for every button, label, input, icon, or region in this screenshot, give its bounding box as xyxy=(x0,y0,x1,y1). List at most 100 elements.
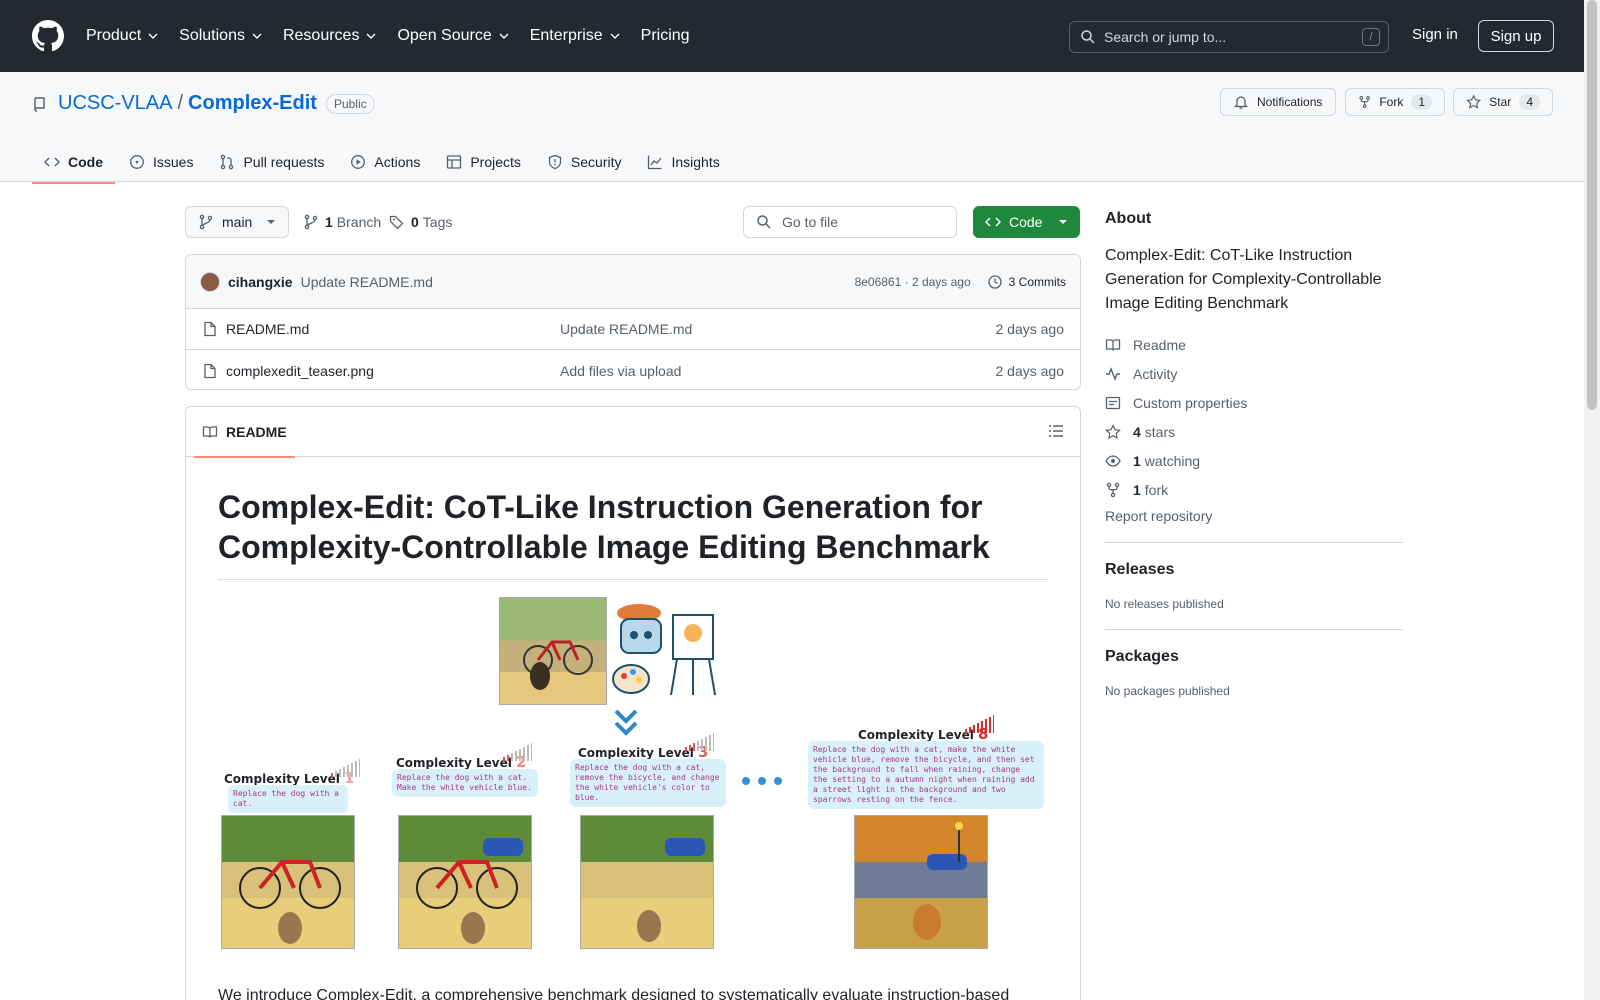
pull-request-icon xyxy=(221,154,234,170)
latest-commit-row: cihangxie Update README.md 8e06861 · 2 d… xyxy=(186,255,1080,309)
instruction-text: Replace the dog with a cat, make the whi… xyxy=(808,741,1044,809)
nav-pricing[interactable]: Pricing xyxy=(641,27,690,45)
repo-icon xyxy=(34,96,45,112)
star-count: 4 xyxy=(1519,94,1540,110)
star-icon xyxy=(1105,423,1121,439)
report-repository-link[interactable]: Report repository xyxy=(1105,508,1403,524)
readme-tab[interactable]: README xyxy=(194,407,295,458)
tab-code[interactable]: Code xyxy=(32,142,115,184)
global-search-input[interactable]: Search or jump to... / xyxy=(1069,21,1389,53)
go-to-file-input[interactable]: Go to file xyxy=(743,206,957,238)
about-sidebar: About Complex-Edit: CoT-Like Instruction… xyxy=(1105,210,1403,698)
search-icon xyxy=(757,215,771,229)
global-header: Product Solutions Resources Open Source … xyxy=(0,0,1584,72)
book-icon xyxy=(202,426,218,438)
commit-author-link[interactable]: cihangxie xyxy=(228,274,293,290)
tags-link[interactable]: 0 Tags xyxy=(389,214,452,230)
page-scrollbar[interactable] xyxy=(1584,0,1600,1000)
star-button[interactable]: Star 4 xyxy=(1453,88,1553,116)
history-icon xyxy=(988,274,1002,289)
file-date: 2 days ago xyxy=(995,362,1065,379)
fork-count: 1 xyxy=(1411,94,1432,110)
robot-artist-icon xyxy=(612,604,716,696)
stars-link[interactable]: 4 stars xyxy=(1105,417,1403,446)
activity-link[interactable]: Activity xyxy=(1105,359,1403,388)
sign-up-button[interactable]: Sign up xyxy=(1478,20,1554,52)
repo-title: UCSC-VLAA / Complex-Edit Public xyxy=(32,92,375,115)
releases-heading[interactable]: Releases xyxy=(1105,561,1403,579)
file-commit-message[interactable]: Add files via upload xyxy=(560,363,681,379)
signal-bars-icon xyxy=(965,715,994,733)
chevron-down-icon xyxy=(614,709,638,736)
tab-actions[interactable]: Actions xyxy=(338,142,432,182)
chevron-down-icon xyxy=(366,33,376,39)
avatar[interactable] xyxy=(200,271,220,292)
chevron-down-icon xyxy=(252,33,262,39)
file-icon xyxy=(204,363,216,378)
edited-photo-level-2 xyxy=(398,815,532,949)
cat-blue-car-image xyxy=(637,838,705,942)
chevron-down-icon xyxy=(148,33,158,39)
commit-message-link[interactable]: Update README.md xyxy=(301,274,433,290)
tab-insights[interactable]: Insights xyxy=(635,142,731,182)
file-date: 2 days ago xyxy=(995,321,1065,337)
readme-body: Complex-Edit: CoT-Like Instruction Gener… xyxy=(186,457,1080,1000)
watchers-link[interactable]: 1 watching xyxy=(1105,446,1403,475)
repo-path-separator: / xyxy=(177,92,184,114)
tab-issues[interactable]: Issues xyxy=(117,142,205,182)
issue-icon xyxy=(130,155,144,169)
caret-down-icon xyxy=(267,220,275,224)
edited-photo-level-1 xyxy=(221,815,355,949)
chevron-down-icon xyxy=(499,33,509,39)
nav-resources[interactable]: Resources xyxy=(283,27,377,45)
code-icon xyxy=(44,157,60,167)
signal-bars-icon xyxy=(685,733,714,751)
ellipsis-icon xyxy=(742,777,782,785)
commit-hash-time[interactable]: 8e06861 · 2 days ago xyxy=(855,275,971,289)
divider xyxy=(1105,542,1403,543)
github-logo-icon[interactable] xyxy=(32,20,64,52)
nav-enterprise[interactable]: Enterprise xyxy=(530,27,621,45)
nav-product[interactable]: Product xyxy=(86,27,159,45)
packages-heading[interactable]: Packages xyxy=(1105,648,1403,666)
about-description: Complex-Edit: CoT-Like Instruction Gener… xyxy=(1105,247,1382,312)
list-unordered-icon[interactable] xyxy=(1048,423,1064,439)
custom-properties-link[interactable]: Custom properties xyxy=(1105,388,1403,417)
book-icon xyxy=(1105,338,1121,351)
notifications-button[interactable]: Notifications xyxy=(1220,88,1336,116)
sign-in-link[interactable]: Sign in xyxy=(1412,26,1458,43)
instruction-text: Replace the dog with a cat, remove the b… xyxy=(570,759,726,807)
eye-icon xyxy=(1105,454,1121,467)
repo-header: UCSC-VLAA / Complex-Edit Public Notifica… xyxy=(0,72,1584,184)
readme-title: Complex-Edit: CoT-Like Instruction Gener… xyxy=(218,487,1048,580)
tab-security[interactable]: Security xyxy=(535,142,634,182)
branches-link[interactable]: 1 Branch xyxy=(303,214,381,230)
code-dropdown-button[interactable]: Code xyxy=(973,206,1080,238)
tab-projects[interactable]: Projects xyxy=(434,142,533,182)
tab-pull-requests[interactable]: Pull requests xyxy=(207,142,336,182)
instruction-text: Replace the dog with a cat. Make the whi… xyxy=(392,769,538,797)
file-commit-message[interactable]: Update README.md xyxy=(560,321,692,337)
fork-button[interactable]: Fork 1 xyxy=(1345,88,1445,116)
table-icon xyxy=(447,155,462,169)
edited-photo-level-8 xyxy=(854,815,988,949)
tag-icon xyxy=(389,215,404,230)
commits-link[interactable]: 3 Commits xyxy=(987,274,1066,290)
graph-icon xyxy=(648,155,662,170)
scrollbar-thumb[interactable] xyxy=(1587,0,1597,410)
repo-owner-link[interactable]: UCSC-VLAA xyxy=(58,92,172,115)
repo-name-link[interactable]: Complex-Edit xyxy=(188,92,317,115)
branch-selector[interactable]: main xyxy=(185,206,289,238)
nav-solutions[interactable]: Solutions xyxy=(179,27,263,45)
source-photo xyxy=(499,597,607,705)
file-name-link[interactable]: complexedit_teaser.png xyxy=(226,363,374,379)
fork-icon xyxy=(1359,95,1370,109)
forks-link[interactable]: 1 fork xyxy=(1105,475,1403,504)
teaser-figure: Complexity Level 1 Replace the dog with … xyxy=(218,597,1050,957)
branch-icon xyxy=(199,214,213,230)
edited-photo-level-3 xyxy=(580,815,714,949)
nav-open-source[interactable]: Open Source xyxy=(397,27,509,45)
bell-icon xyxy=(1233,96,1249,109)
readme-link[interactable]: Readme xyxy=(1105,330,1403,359)
file-name-link[interactable]: README.md xyxy=(226,321,309,337)
